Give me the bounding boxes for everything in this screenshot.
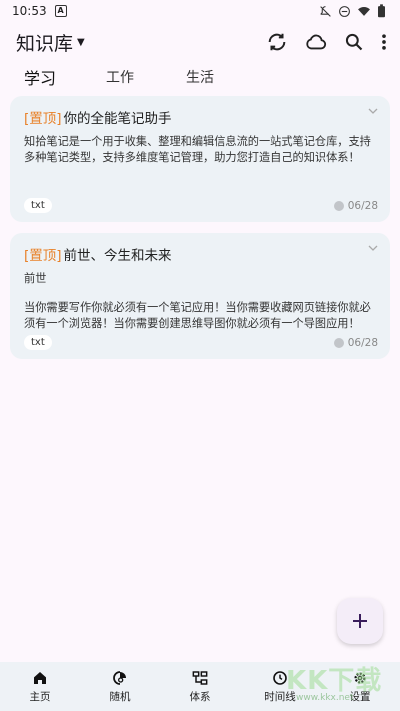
nav-item-hierarchy[interactable]: 体系 [160, 662, 240, 711]
note-card[interactable]: [置顶] 你的全能笔记助手 知拾笔记是一个用于收集、整理和编辑信息流的一站式笔记… [10, 96, 390, 222]
battery-icon [378, 4, 385, 18]
tab-life[interactable]: 生活 [186, 67, 214, 87]
nav-item-settings[interactable]: 设置 [320, 662, 400, 711]
watermark-url: www.kkx.net [296, 693, 354, 703]
clock-icon [333, 337, 344, 348]
status-bar: 10:53 A [0, 0, 400, 22]
pinned-label: [置顶] [24, 248, 62, 264]
cloud-icon[interactable] [304, 31, 328, 53]
chevron-down-icon[interactable] [368, 245, 378, 252]
note-type-tag: txt [24, 198, 52, 213]
status-time: 10:53 [12, 4, 47, 18]
note-body-paragraph: 当你需要写作你就必须有一个笔记应用！当你需要收藏网页链接你就必须有一个浏览器！当… [24, 301, 371, 330]
note-type-tag: txt [24, 335, 52, 350]
note-body: 前世 当你需要写作你就必须有一个笔记应用！当你需要收藏网页链接你就必须有一个浏览… [24, 271, 376, 332]
a-notification-icon: A [54, 5, 67, 17]
nav-label: 随机 [109, 690, 131, 703]
note-body-paragraph: 知拾笔记是一个用于收集、整理和编辑信息流的一站式笔记仓库，支持多种笔记类型，支持… [24, 135, 371, 164]
search-icon[interactable] [344, 32, 364, 52]
nav-label: 主页 [29, 690, 51, 703]
note-body-paragraph: 前世 [24, 272, 47, 285]
note-card[interactable]: [置顶] 前世、今生和未来 前世 当你需要写作你就必须有一个笔记应用！当你需要收… [10, 233, 390, 359]
clock-icon [333, 200, 344, 211]
random-icon [113, 670, 126, 685]
nav-item-timeline[interactable]: 时间线 [240, 662, 320, 711]
chevron-down-icon[interactable] [368, 108, 378, 115]
nav-item-home[interactable]: 主页 [0, 662, 80, 711]
note-title: 前世、今生和未来 [63, 248, 172, 264]
note-date-text: 06/28 [347, 199, 378, 212]
plus-icon [353, 614, 367, 628]
mute-icon [320, 5, 331, 17]
pinned-label: [置顶] [24, 111, 62, 127]
note-body: 知拾笔记是一个用于收集、整理和编辑信息流的一站式笔记仓库，支持多种笔记类型，支持… [24, 134, 376, 166]
nav-label: 时间线 [264, 690, 296, 703]
sync-icon[interactable] [266, 31, 288, 53]
home-icon [34, 671, 46, 684]
bottom-navigation: 主页 随机 体系 时间线 设置 [0, 662, 400, 711]
nav-item-random[interactable]: 随机 [80, 662, 160, 711]
note-date: 06/28 [333, 336, 378, 349]
dnd-icon [339, 5, 350, 17]
category-tabs: 学习 工作 生活 [0, 62, 400, 92]
clock-icon [273, 670, 287, 685]
gear-icon [354, 672, 366, 683]
dropdown-caret-icon: ▼ [77, 36, 85, 48]
add-note-button[interactable] [337, 598, 383, 644]
tab-work[interactable]: 工作 [106, 67, 186, 87]
tab-study[interactable]: 学习 [24, 65, 106, 89]
app-bar: 知识库 ▼ [0, 22, 400, 62]
library-selector[interactable]: 知识库 ▼ [16, 29, 85, 56]
hierarchy-icon [192, 670, 208, 685]
wifi-icon [358, 6, 370, 16]
note-date: 06/28 [333, 199, 378, 212]
library-title: 知识库 [16, 32, 74, 55]
more-vert-icon[interactable] [380, 32, 388, 52]
note-title: 你的全能笔记助手 [63, 111, 172, 127]
note-date-text: 06/28 [347, 336, 378, 349]
nav-label: 体系 [189, 690, 211, 703]
